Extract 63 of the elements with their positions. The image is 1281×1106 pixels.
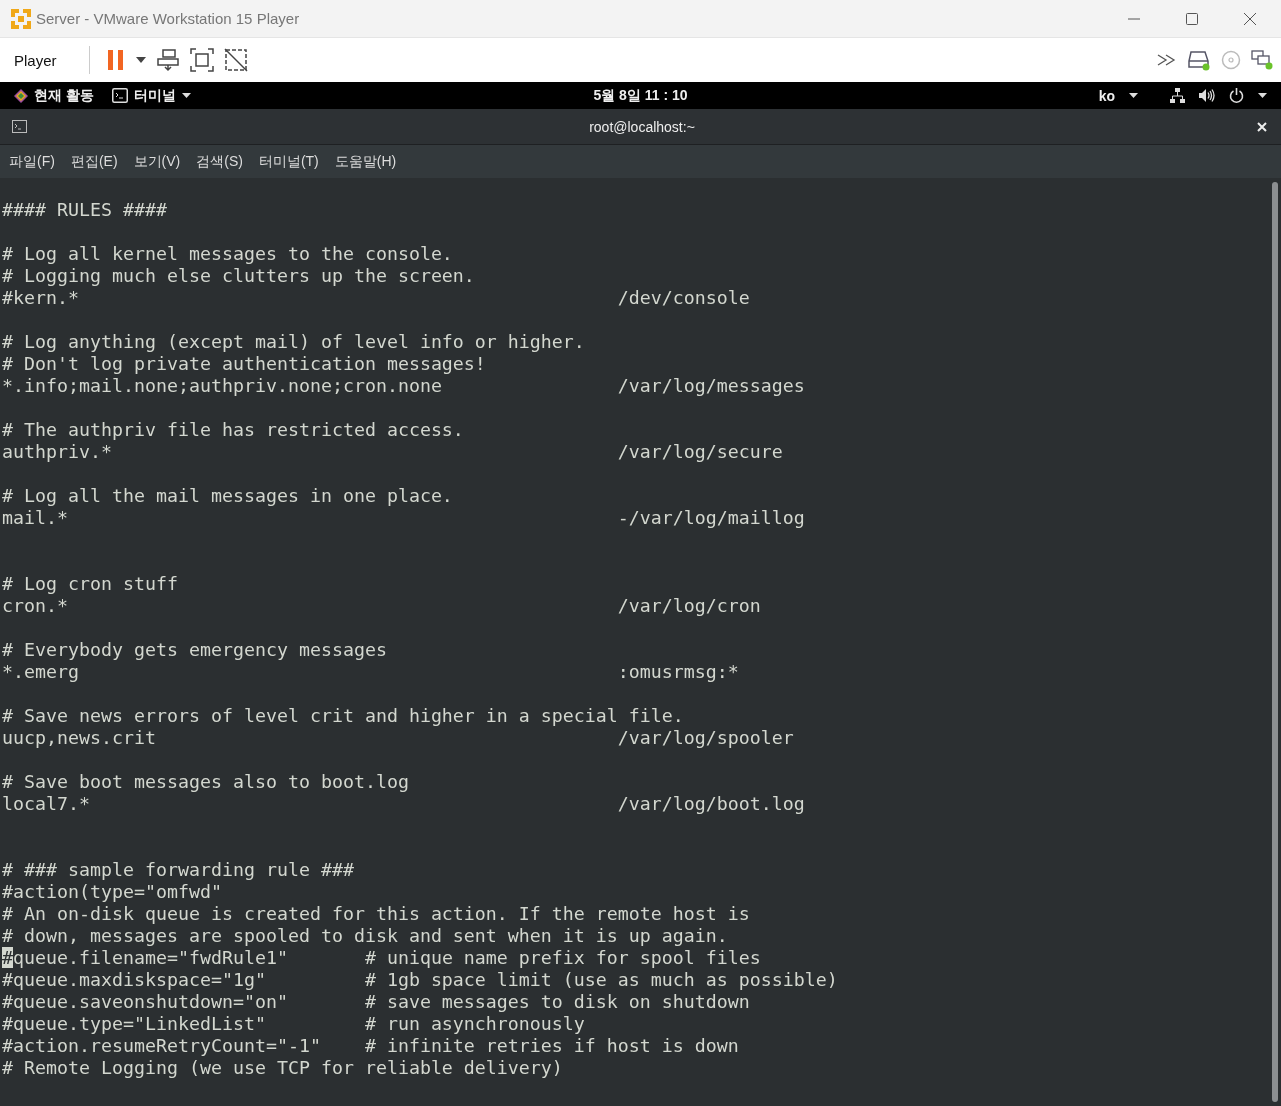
terminal-icon bbox=[12, 120, 27, 133]
activities-button[interactable]: 현재 활동 bbox=[34, 86, 94, 105]
app-menu-button[interactable]: 터미널 bbox=[133, 86, 176, 105]
menu-item[interactable]: 편집(E) bbox=[70, 152, 118, 171]
terminal-line: # Everybody gets emergency messages bbox=[2, 639, 387, 661]
clock[interactable]: 5월 8일 11 : 10 bbox=[593, 86, 688, 105]
terminal-line: # Log all the mail messages in one place. bbox=[2, 485, 453, 507]
text-cursor: # bbox=[2, 947, 13, 968]
menu-item[interactable]: 보기(V) bbox=[133, 152, 181, 171]
double-chevron-icon[interactable] bbox=[1157, 54, 1177, 66]
caret-icon[interactable] bbox=[135, 57, 146, 63]
volume-icon[interactable] bbox=[1199, 88, 1215, 103]
caret-icon[interactable] bbox=[1129, 93, 1138, 98]
terminal-line: #action.resumeRetryCount="-1" # infinite retries if host is down bbox=[2, 1035, 739, 1057]
terminal-line: #queue.maxdiskspace="1g" # 1gb space limit (use as much as possible) bbox=[2, 969, 838, 991]
terminal-line: # ### sample forwarding rule ### bbox=[2, 859, 354, 881]
terminal-line: #### RULES #### bbox=[2, 199, 167, 221]
input-method-button[interactable]: ko bbox=[1098, 87, 1115, 104]
terminal-line: authpriv.* /var/log/secure bbox=[2, 441, 783, 463]
fullscreen-icon[interactable] bbox=[189, 48, 214, 72]
send-keys-icon[interactable] bbox=[155, 48, 180, 72]
scrollbar-thumb[interactable] bbox=[1272, 182, 1278, 1102]
terminal-line: #action(type="omfwd" bbox=[2, 881, 222, 903]
terminal-line: # Don't log private authentication messages! bbox=[2, 353, 486, 375]
terminal-line: # An on-disk queue is created for this action. If the remote host is bbox=[2, 903, 750, 925]
terminal-line: # Log cron stuff bbox=[2, 573, 178, 595]
terminal-line: *.info;mail.none;authpriv.none;cron.none /var/log/messages bbox=[2, 375, 805, 397]
terminal-line: mail.* -/var/log/maillog bbox=[2, 507, 805, 529]
menu-item[interactable]: 검색(S) bbox=[196, 152, 243, 171]
menu-item[interactable]: 터미널(T) bbox=[258, 152, 319, 171]
terminal-line: #queue.filename="fwdRule1" # unique name prefix for spool files bbox=[2, 947, 761, 969]
power-icon[interactable] bbox=[1229, 88, 1244, 103]
terminal-line: # Save boot messages also to boot.log bbox=[2, 771, 409, 793]
terminal-line: # Logging much else clutters up the screen. bbox=[2, 265, 475, 287]
terminal-line: # Log all kernel messages to the console. bbox=[2, 243, 453, 265]
terminal-line: local7.* /var/log/boot.log bbox=[2, 793, 805, 815]
terminal-title: root@localhost:~ bbox=[588, 118, 696, 135]
menu-item[interactable]: 도움말(H) bbox=[334, 152, 397, 171]
terminal-line: # Save news errors of level crit and higher in a special file. bbox=[2, 705, 684, 727]
terminal-line: cron.* /var/log/cron bbox=[2, 595, 761, 617]
terminal-line: # down, messages are spooled to disk and sent when it is up again. bbox=[2, 925, 728, 947]
menu-item[interactable]: 파일(F) bbox=[9, 152, 55, 171]
app-logo-icon bbox=[10, 7, 32, 30]
player-menu-button[interactable]: Player bbox=[6, 47, 79, 73]
terminal-icon bbox=[111, 88, 128, 103]
unity-mode-icon[interactable] bbox=[223, 48, 248, 72]
terminal-line: # Log anything (except mail) of level info or higher. bbox=[2, 331, 585, 353]
window-title: Server - VMware Workstation 15 Player bbox=[36, 10, 300, 27]
distro-logo-icon bbox=[14, 88, 28, 103]
terminal-line: # The authpriv file has restricted access. bbox=[2, 419, 464, 441]
terminal-line: #queue.saveonshutdown="on" # save messages to disk on shutdown bbox=[2, 991, 750, 1013]
terminal-line: #kern.* /dev/console bbox=[2, 287, 750, 309]
caret-icon[interactable] bbox=[181, 93, 191, 98]
caret-icon[interactable] bbox=[1258, 93, 1267, 98]
network-adapter-icon[interactable] bbox=[1251, 49, 1273, 71]
terminal-line: #queue.type="LinkedList" # run asynchronously bbox=[2, 1013, 585, 1035]
pause-icon[interactable] bbox=[105, 49, 126, 71]
close-icon[interactable] bbox=[1243, 11, 1257, 26]
maximize-icon[interactable] bbox=[1185, 11, 1199, 26]
terminal-line: # Remote Logging (we use TCP for reliable delivery) bbox=[2, 1057, 563, 1079]
terminal-line: *.emerg :omusrmsg:* bbox=[2, 661, 739, 683]
network-icon[interactable] bbox=[1170, 88, 1185, 103]
terminal-line: uucp,news.crit /var/log/spooler bbox=[2, 727, 794, 749]
